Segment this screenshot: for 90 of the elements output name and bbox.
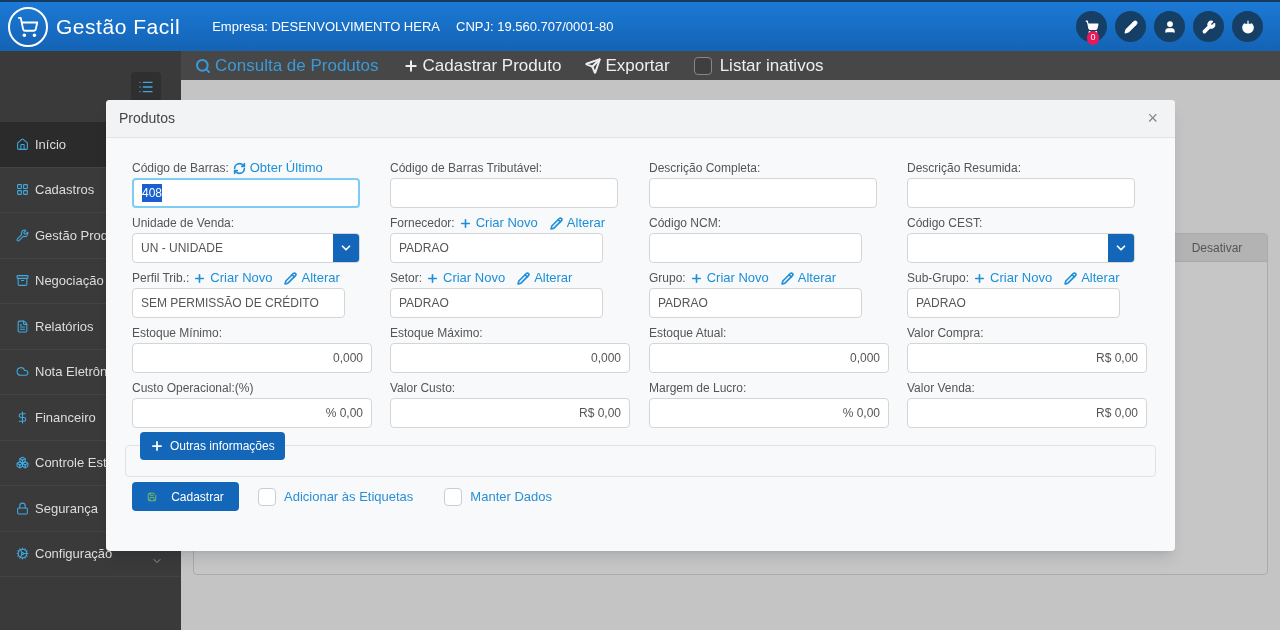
field-label: Estoque Atual: xyxy=(649,325,727,342)
wrench-icon xyxy=(16,228,29,242)
input-field[interactable]: R$ 0,00 xyxy=(390,398,630,428)
pencil-icon xyxy=(780,271,794,285)
user-icon xyxy=(1162,19,1177,34)
select-field[interactable]: UN - UNIDADE xyxy=(132,233,360,263)
wrench-icon xyxy=(1201,19,1216,34)
paper-plane-icon xyxy=(585,57,602,74)
company-name: Empresa: DESENVOLVIMENTO HERA xyxy=(212,17,440,36)
checkbox[interactable] xyxy=(693,56,712,75)
settings-button[interactable] xyxy=(1193,11,1224,42)
plus-icon xyxy=(973,271,987,285)
field-label: Código CEST: xyxy=(907,215,983,232)
more-info-button[interactable]: Outras informações xyxy=(140,432,285,460)
field-label: Código NCM: xyxy=(649,215,722,232)
checkbox-label: Listar inativos xyxy=(719,54,824,77)
toolbar-tab[interactable]: Cadastrar Produto xyxy=(402,52,562,79)
field-label: Descrição Resumida: xyxy=(907,160,1022,177)
power-button[interactable] xyxy=(1232,11,1263,42)
cnpj-text: CNPJ: 19.560.707/0001-80 xyxy=(456,17,614,36)
grid-icon xyxy=(16,183,29,197)
cloud-icon xyxy=(16,365,29,379)
input-field[interactable] xyxy=(390,178,618,208)
input-field[interactable] xyxy=(649,178,877,208)
cart-badge: 0 xyxy=(1087,31,1099,45)
input-field[interactable]: SEM PERMISSÃO DE CRÉDITO xyxy=(132,288,345,318)
gear-icon xyxy=(16,547,29,561)
field-label: Estoque Máximo: xyxy=(390,325,483,342)
plus-icon xyxy=(426,271,439,285)
menu-button[interactable] xyxy=(131,72,161,102)
pencil-icon xyxy=(284,271,298,285)
plus-icon xyxy=(689,271,703,285)
field-label: Setor: xyxy=(390,270,422,287)
input-field[interactable] xyxy=(649,233,862,263)
field-label: Valor Venda: xyxy=(907,380,975,397)
refresh-icon xyxy=(232,161,246,175)
logo-icon xyxy=(8,6,48,47)
input-field[interactable]: PADRAO xyxy=(390,233,603,263)
pencil-icon xyxy=(1123,19,1138,34)
plus-icon xyxy=(193,271,207,285)
archive-icon xyxy=(16,274,29,288)
input-field[interactable]: 0,000 xyxy=(132,343,372,373)
user-button[interactable] xyxy=(1154,11,1185,42)
input-field[interactable]: R$ 0,00 xyxy=(907,398,1147,428)
cart-button[interactable]: 0 xyxy=(1076,11,1107,42)
field-label: Grupo: xyxy=(649,270,686,287)
field-label: Fornecedor: xyxy=(390,215,455,232)
edit-button[interactable] xyxy=(1115,11,1146,42)
plus-icon xyxy=(150,439,164,453)
input-field[interactable]: PADRAO xyxy=(649,288,862,318)
checkbox-label: Adicionar às Etiquetas xyxy=(284,487,414,506)
checkbox-label: Manter Dados xyxy=(470,487,552,506)
input-field[interactable]: 0,000 xyxy=(390,343,630,373)
brand-name: Gestão Facil xyxy=(56,13,181,40)
boxes-icon xyxy=(16,456,29,470)
document-icon xyxy=(16,319,29,333)
plus-icon xyxy=(458,216,472,230)
input-field[interactable]: R$ 0,00 xyxy=(907,343,1147,373)
field-label: Sub-Grupo: xyxy=(907,270,970,287)
plus-icon xyxy=(402,57,419,74)
input-field[interactable]: % 0,00 xyxy=(649,398,889,428)
column-header: Desativar xyxy=(1190,239,1244,257)
toolbar-tab[interactable]: Exportar xyxy=(585,52,670,79)
submit-button[interactable]: Cadastrar xyxy=(132,482,239,511)
field-label: Valor Custo: xyxy=(390,380,456,397)
save-icon xyxy=(147,491,158,502)
home-icon xyxy=(16,137,29,151)
chevron-icon xyxy=(333,234,359,262)
menu-icon xyxy=(138,79,154,95)
field-label: Descrição Completa: xyxy=(649,160,761,177)
input-field[interactable]: 408 xyxy=(132,178,360,208)
pencil-icon xyxy=(1064,271,1078,285)
input-field[interactable]: PADRAO xyxy=(907,288,1120,318)
input-field[interactable] xyxy=(907,178,1135,208)
dollar-icon xyxy=(16,410,29,424)
field-label: Margem de Lucro: xyxy=(649,380,747,397)
pencil-icon xyxy=(549,216,563,230)
cart-icon xyxy=(1084,19,1099,34)
input-field[interactable]: PADRAO xyxy=(390,288,603,318)
field-label: Código de Barras Tributável: xyxy=(390,160,543,177)
chevron-icon xyxy=(1108,234,1134,262)
lock-icon xyxy=(16,501,29,515)
field-label: Valor Compra: xyxy=(907,325,984,342)
input-field[interactable]: % 0,00 xyxy=(132,398,372,428)
checkbox[interactable] xyxy=(258,487,276,506)
search-icon xyxy=(195,57,211,74)
pencil-icon xyxy=(517,271,531,285)
select-field[interactable] xyxy=(907,233,1135,263)
checkbox[interactable] xyxy=(444,487,463,506)
input-field[interactable]: 0,000 xyxy=(649,343,889,373)
